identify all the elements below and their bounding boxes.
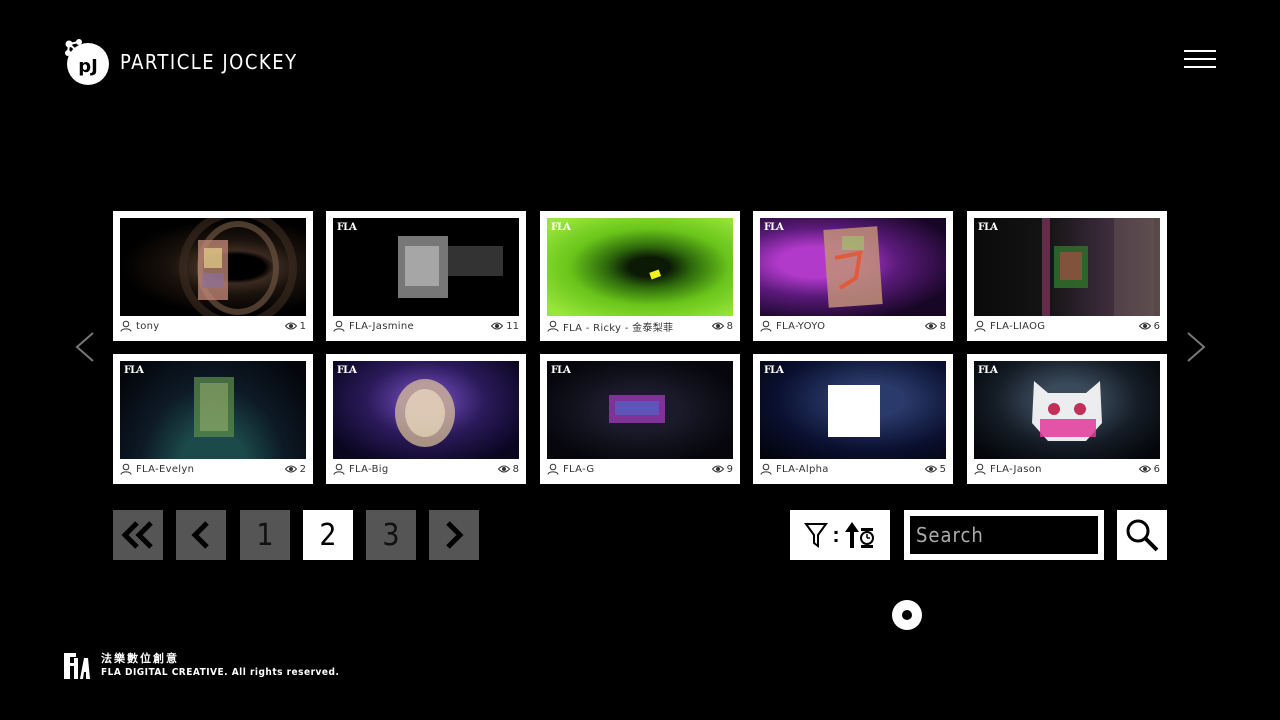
next-slide-arrow-icon[interactable] — [1183, 330, 1209, 364]
gallery-card-fla-ricky[interactable]: FLA FLA - Ricky - 金泰梨菲 8 — [540, 211, 740, 341]
search-button[interactable] — [1117, 510, 1167, 560]
search-field-frame — [904, 510, 1104, 560]
thumbnail-image — [120, 218, 306, 316]
footer-copyright: FLA DIGITAL CREATIVE. All rights reserve… — [101, 667, 340, 678]
card-view-count: 9 — [726, 463, 733, 475]
thumbnail-image: FLA — [974, 218, 1160, 316]
sort-filter-button[interactable]: : — [790, 510, 890, 560]
eye-icon — [284, 322, 297, 330]
fla-logo-icon — [64, 653, 90, 679]
gallery-card-fla-alpha[interactable]: FLA FLA-Alpha 5 — [753, 354, 953, 484]
scroll-indicator-dot[interactable] — [892, 600, 922, 630]
eye-icon — [924, 465, 937, 473]
hamburger-menu-icon[interactable] — [1182, 48, 1218, 72]
thumbnail-image: FLA — [760, 361, 946, 459]
thumbnail-image: FLA — [760, 218, 946, 316]
double-chevron-left-icon — [121, 521, 153, 549]
eye-icon — [924, 322, 937, 330]
eye-icon — [497, 465, 510, 473]
prev-slide-arrow-icon[interactable] — [72, 330, 98, 364]
thumbnail-watermark: FLA — [124, 365, 144, 376]
card-view-count: 8 — [512, 463, 519, 475]
next-page-button[interactable] — [429, 510, 479, 560]
gallery-card-fla-evelyn[interactable]: FLA FLA-Evelyn 2 — [113, 354, 313, 484]
footer: 法樂數位創意 FLA DIGITAL CREATIVE. All rights … — [63, 652, 339, 680]
thumbnail-watermark: FLA — [551, 365, 571, 376]
user-icon — [974, 320, 986, 332]
svg-text:pJ: pJ — [78, 56, 98, 77]
thumbnail-watermark: FLA — [764, 222, 784, 233]
user-icon — [547, 463, 559, 475]
gallery-card-fla-liaog[interactable]: FLA FLA-LIAOG 6 — [967, 211, 1167, 341]
card-view-count: 8 — [726, 320, 733, 332]
eye-icon — [284, 465, 297, 473]
card-user-name: FLA-Big — [349, 463, 389, 475]
thumbnail-image: FLA — [333, 361, 519, 459]
eye-icon — [1138, 322, 1151, 330]
card-view-count: 6 — [1153, 463, 1160, 475]
pj-logo-icon: pJ — [65, 39, 109, 85]
card-user-name: FLA-Jasmine — [349, 320, 414, 332]
eye-icon — [711, 322, 724, 330]
card-user-name: FLA-Alpha — [776, 463, 829, 475]
home-logo-link[interactable]: pJ PARTICLE JOCKEY — [64, 38, 298, 86]
user-icon — [333, 320, 345, 332]
thumbnail-image: FLA — [333, 218, 519, 316]
card-user-name: FLA - Ricky - 金泰梨菲 — [563, 322, 674, 334]
card-user-name: FLA-Evelyn — [136, 463, 195, 475]
gallery-card-tony[interactable]: tony 1 — [113, 211, 313, 341]
gallery-card-fla-yoyo[interactable]: FLA FLA-YOYO 8 — [753, 211, 953, 341]
card-user-name: tony — [136, 320, 160, 332]
card-user-name: FLA-LIAOG — [990, 320, 1046, 332]
user-icon — [333, 463, 345, 475]
thumbnail-image: FLA — [120, 361, 306, 459]
user-icon — [974, 463, 986, 475]
thumbnail-watermark: FLA — [551, 222, 571, 233]
first-page-button[interactable] — [113, 510, 163, 560]
page-button-2[interactable]: 2 — [303, 510, 353, 560]
user-icon — [547, 320, 559, 332]
card-view-count: 6 — [1153, 320, 1160, 332]
thumbnail-watermark: FLA — [978, 222, 998, 233]
prev-page-button[interactable] — [176, 510, 226, 560]
thumbnail-watermark: FLA — [764, 365, 784, 376]
footer-company-name-cn: 法樂數位創意 — [101, 653, 179, 665]
filter-funnel-icon — [804, 523, 829, 548]
thumbnail-watermark: FLA — [337, 365, 357, 376]
gallery-card-fla-jason[interactable]: FLA FLA-Jason 6 — [967, 354, 1167, 484]
card-view-count: 1 — [299, 320, 306, 332]
thumbnail-watermark: FLA — [978, 365, 998, 376]
user-icon — [120, 463, 132, 475]
brand-name: PARTICLE JOCKEY — [120, 50, 298, 74]
gallery-card-fla-jasmine[interactable]: FLA FLA-Jasmine 11 — [326, 211, 526, 341]
thumbnail-image: FLA — [974, 361, 1160, 459]
chevron-right-icon — [446, 521, 464, 549]
thumbnail-image: FLA — [547, 361, 733, 459]
search-input[interactable] — [910, 516, 1098, 554]
gallery-grid: tony 1 FLA FLA-Jasmine 11 FLA FLA - Rick… — [113, 211, 1167, 484]
card-view-count: 2 — [299, 463, 306, 475]
page-button-3[interactable]: 3 — [366, 510, 416, 560]
thumbnail-image: FLA — [547, 218, 733, 316]
chevron-left-icon — [191, 521, 209, 549]
eye-icon — [711, 465, 724, 473]
card-user-name: FLA-G — [563, 463, 595, 475]
search-icon — [1126, 519, 1159, 552]
gallery-card-fla-big[interactable]: FLA FLA-Big 8 — [326, 354, 526, 484]
thumbnail-watermark: FLA — [337, 222, 357, 233]
user-icon — [120, 320, 132, 332]
card-user-name: FLA-Jason — [990, 463, 1042, 475]
card-user-name: FLA-YOYO — [776, 320, 826, 332]
sort-separator: : — [832, 522, 840, 547]
card-view-count: 5 — [939, 463, 946, 475]
card-view-count: 11 — [506, 320, 519, 332]
eye-icon — [491, 322, 504, 330]
card-view-count: 8 — [939, 320, 946, 332]
eye-icon — [1138, 465, 1151, 473]
user-icon — [760, 320, 772, 332]
sort-by-time-ascending-icon — [844, 522, 874, 548]
user-icon — [760, 463, 772, 475]
page-button-1[interactable]: 1 — [240, 510, 290, 560]
gallery-card-fla-g[interactable]: FLA FLA-G 9 — [540, 354, 740, 484]
